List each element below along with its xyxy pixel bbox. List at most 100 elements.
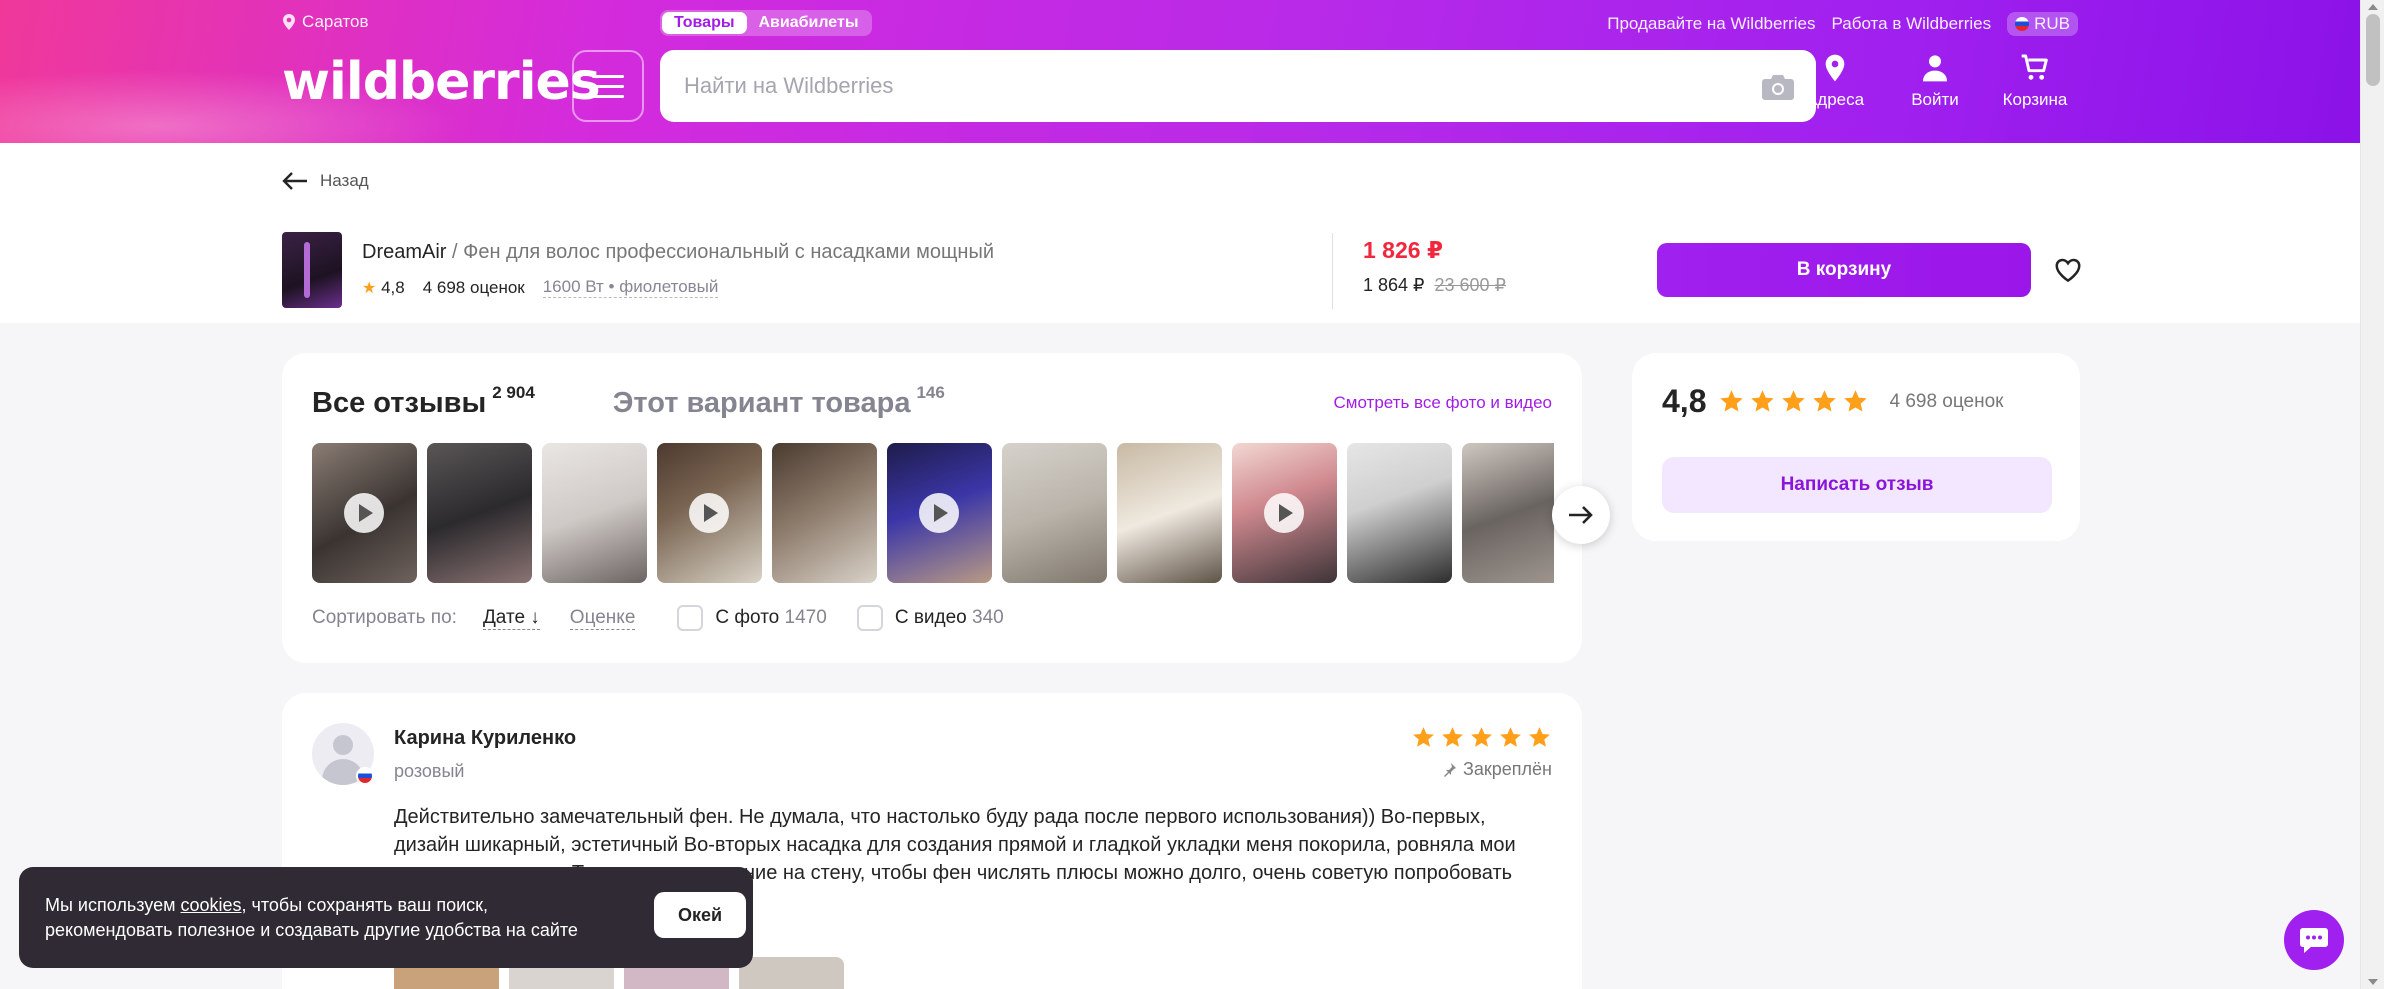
play-icon (1264, 493, 1304, 533)
tab-variant-reviews[interactable]: Этот вариант товара 146 (613, 383, 945, 420)
cookie-text: Мы используем cookies, чтобы сохранять в… (45, 893, 615, 943)
menu-button[interactable] (572, 50, 644, 122)
carousel-next-button[interactable] (1552, 486, 1610, 544)
tab-all-reviews[interactable]: Все отзывы 2 904 (312, 383, 535, 420)
product-brand[interactable]: DreamAir (362, 241, 446, 263)
review-photo[interactable] (1347, 443, 1452, 583)
tab-variant-count: 146 (916, 383, 945, 402)
star-icon (1413, 727, 1434, 747)
review-photos-carousel (312, 443, 1554, 583)
login-label: Войти (1911, 90, 1959, 109)
product-variant[interactable]: 1600 Вт • фиолетовый (542, 277, 719, 298)
thumbnail-product-shape (304, 242, 310, 298)
review-photo[interactable] (772, 443, 877, 583)
review-item-photo[interactable] (739, 957, 844, 989)
review-photo[interactable] (887, 443, 992, 583)
product-ratings-count[interactable]: 4 698 оценок (423, 278, 525, 298)
menu-icon (592, 74, 624, 78)
reviewer-variant: розовый (394, 761, 465, 781)
tab-goods[interactable]: Товары (662, 12, 747, 34)
cart-icon (2021, 54, 2048, 80)
scrollbar-thumb[interactable] (2366, 14, 2380, 86)
addresses-button[interactable]: Адреса (1800, 52, 1870, 110)
price-old: 23 600 ₽ (1434, 275, 1507, 295)
filter-video-label: С видео 340 (895, 607, 1004, 629)
filter-with-video[interactable]: С видео 340 (856, 605, 1004, 631)
product-rating: ★ 4,8 (362, 278, 405, 298)
currency-label: RUB (2034, 14, 2070, 33)
heart-icon[interactable] (2053, 255, 2083, 285)
cookie-banner: Мы используем cookies, чтобы сохранять в… (19, 867, 753, 968)
catalog-switch: Товары Авиабилеты (660, 10, 873, 36)
scroll-up-icon[interactable] (2368, 4, 2378, 10)
russia-flag-icon (2015, 17, 2030, 31)
rating-stars (1718, 388, 1869, 415)
cart-button[interactable]: Корзина (2000, 52, 2070, 110)
star-icon (1782, 390, 1806, 412)
sell-link[interactable]: Продавайте на Wildberries (1607, 14, 1815, 34)
all-photos-link[interactable]: Смотреть все фото и видео (1334, 393, 1552, 413)
city-label: Саратов (302, 12, 369, 31)
reviews-card: Все отзывы 2 904 Этот вариант товара 146 С… (282, 353, 1610, 663)
write-review-button[interactable]: Написать отзыв (1662, 457, 2052, 513)
add-to-cart-button[interactable]: В корзину (1657, 243, 2031, 297)
login-button[interactable]: Войти (1900, 52, 1970, 110)
filter-with-photo[interactable]: С фото 1470 (677, 605, 827, 631)
addresses-label: Адреса (1805, 90, 1865, 109)
search-input[interactable] (684, 50, 1684, 122)
review-photo[interactable] (427, 443, 532, 583)
arrow-down-icon: ↓ (530, 606, 540, 628)
chat-button[interactable] (2284, 910, 2344, 970)
review-photo[interactable] (1232, 443, 1337, 583)
product-thumbnail[interactable] (282, 232, 342, 308)
play-icon (919, 493, 959, 533)
city-selector[interactable]: Саратов (282, 12, 369, 32)
arrow-right-icon (1569, 506, 1593, 524)
tab-all-count: 2 904 (492, 383, 535, 402)
site-header: Саратов Товары Авиабилеты Продавайте на … (0, 0, 2360, 143)
star-icon (1529, 727, 1550, 747)
product-bar: Назад DreamAir / Фен для волос профессио… (0, 143, 2360, 323)
scroll-down-icon[interactable] (2368, 979, 2378, 985)
sort-label: Сортировать по: (312, 607, 457, 628)
product-title: DreamAir / Фен для волос профессиональны… (362, 241, 994, 264)
checkbox-photo[interactable] (677, 605, 704, 631)
camera-icon[interactable] (1762, 74, 1794, 100)
jobs-link[interactable]: Работа в Wildberries (1832, 14, 1992, 34)
user-icon (1923, 55, 1947, 82)
checkbox-video[interactable] (856, 605, 883, 631)
cart-label: Корзина (2002, 90, 2068, 109)
star-icon (1471, 727, 1492, 747)
filter-video-text: С видео (894, 607, 967, 628)
tab-flights[interactable]: Авиабилеты (747, 12, 871, 34)
review-photo[interactable] (1002, 443, 1107, 583)
menu-icon-line (592, 94, 624, 98)
sort-by-rating[interactable]: Оценке (569, 607, 636, 630)
currency-selector[interactable]: RUB (2007, 12, 2078, 36)
star-icon (1500, 727, 1521, 747)
star-icon (1751, 390, 1775, 412)
star-icon (1813, 390, 1837, 412)
review-photo[interactable] (1462, 443, 1554, 583)
logo[interactable]: wildberries (282, 52, 601, 112)
review-photo[interactable] (542, 443, 647, 583)
rating-summary: 4,8 4 698 оценок (1662, 383, 2003, 420)
star-icon: ★ (362, 279, 377, 297)
cookie-ok-button[interactable]: Окей (654, 892, 746, 938)
filter-video-count: 340 (972, 607, 1004, 628)
cookies-link[interactable]: cookies (180, 895, 241, 915)
rating-value: 4,8 (1662, 383, 1707, 419)
location-icon (1825, 54, 1845, 82)
review-photo[interactable] (312, 443, 417, 583)
review-photo[interactable] (1117, 443, 1222, 583)
chat-icon (2300, 928, 2328, 953)
price-row: 1 864 ₽ 23 600 ₽ (1363, 275, 1506, 296)
tab-all-label: Все отзывы (312, 387, 487, 419)
header-topline: Саратов Товары Авиабилеты Продавайте на … (282, 10, 2078, 36)
back-button[interactable]: Назад (282, 171, 369, 191)
sort-by-date[interactable]: Дате ↓ (482, 606, 540, 630)
filter-photo-text: С фото (715, 607, 780, 628)
price-current: 1 826 ₽ (1363, 237, 1443, 263)
page-scrollbar[interactable] (2360, 0, 2384, 989)
review-photo[interactable] (657, 443, 762, 583)
